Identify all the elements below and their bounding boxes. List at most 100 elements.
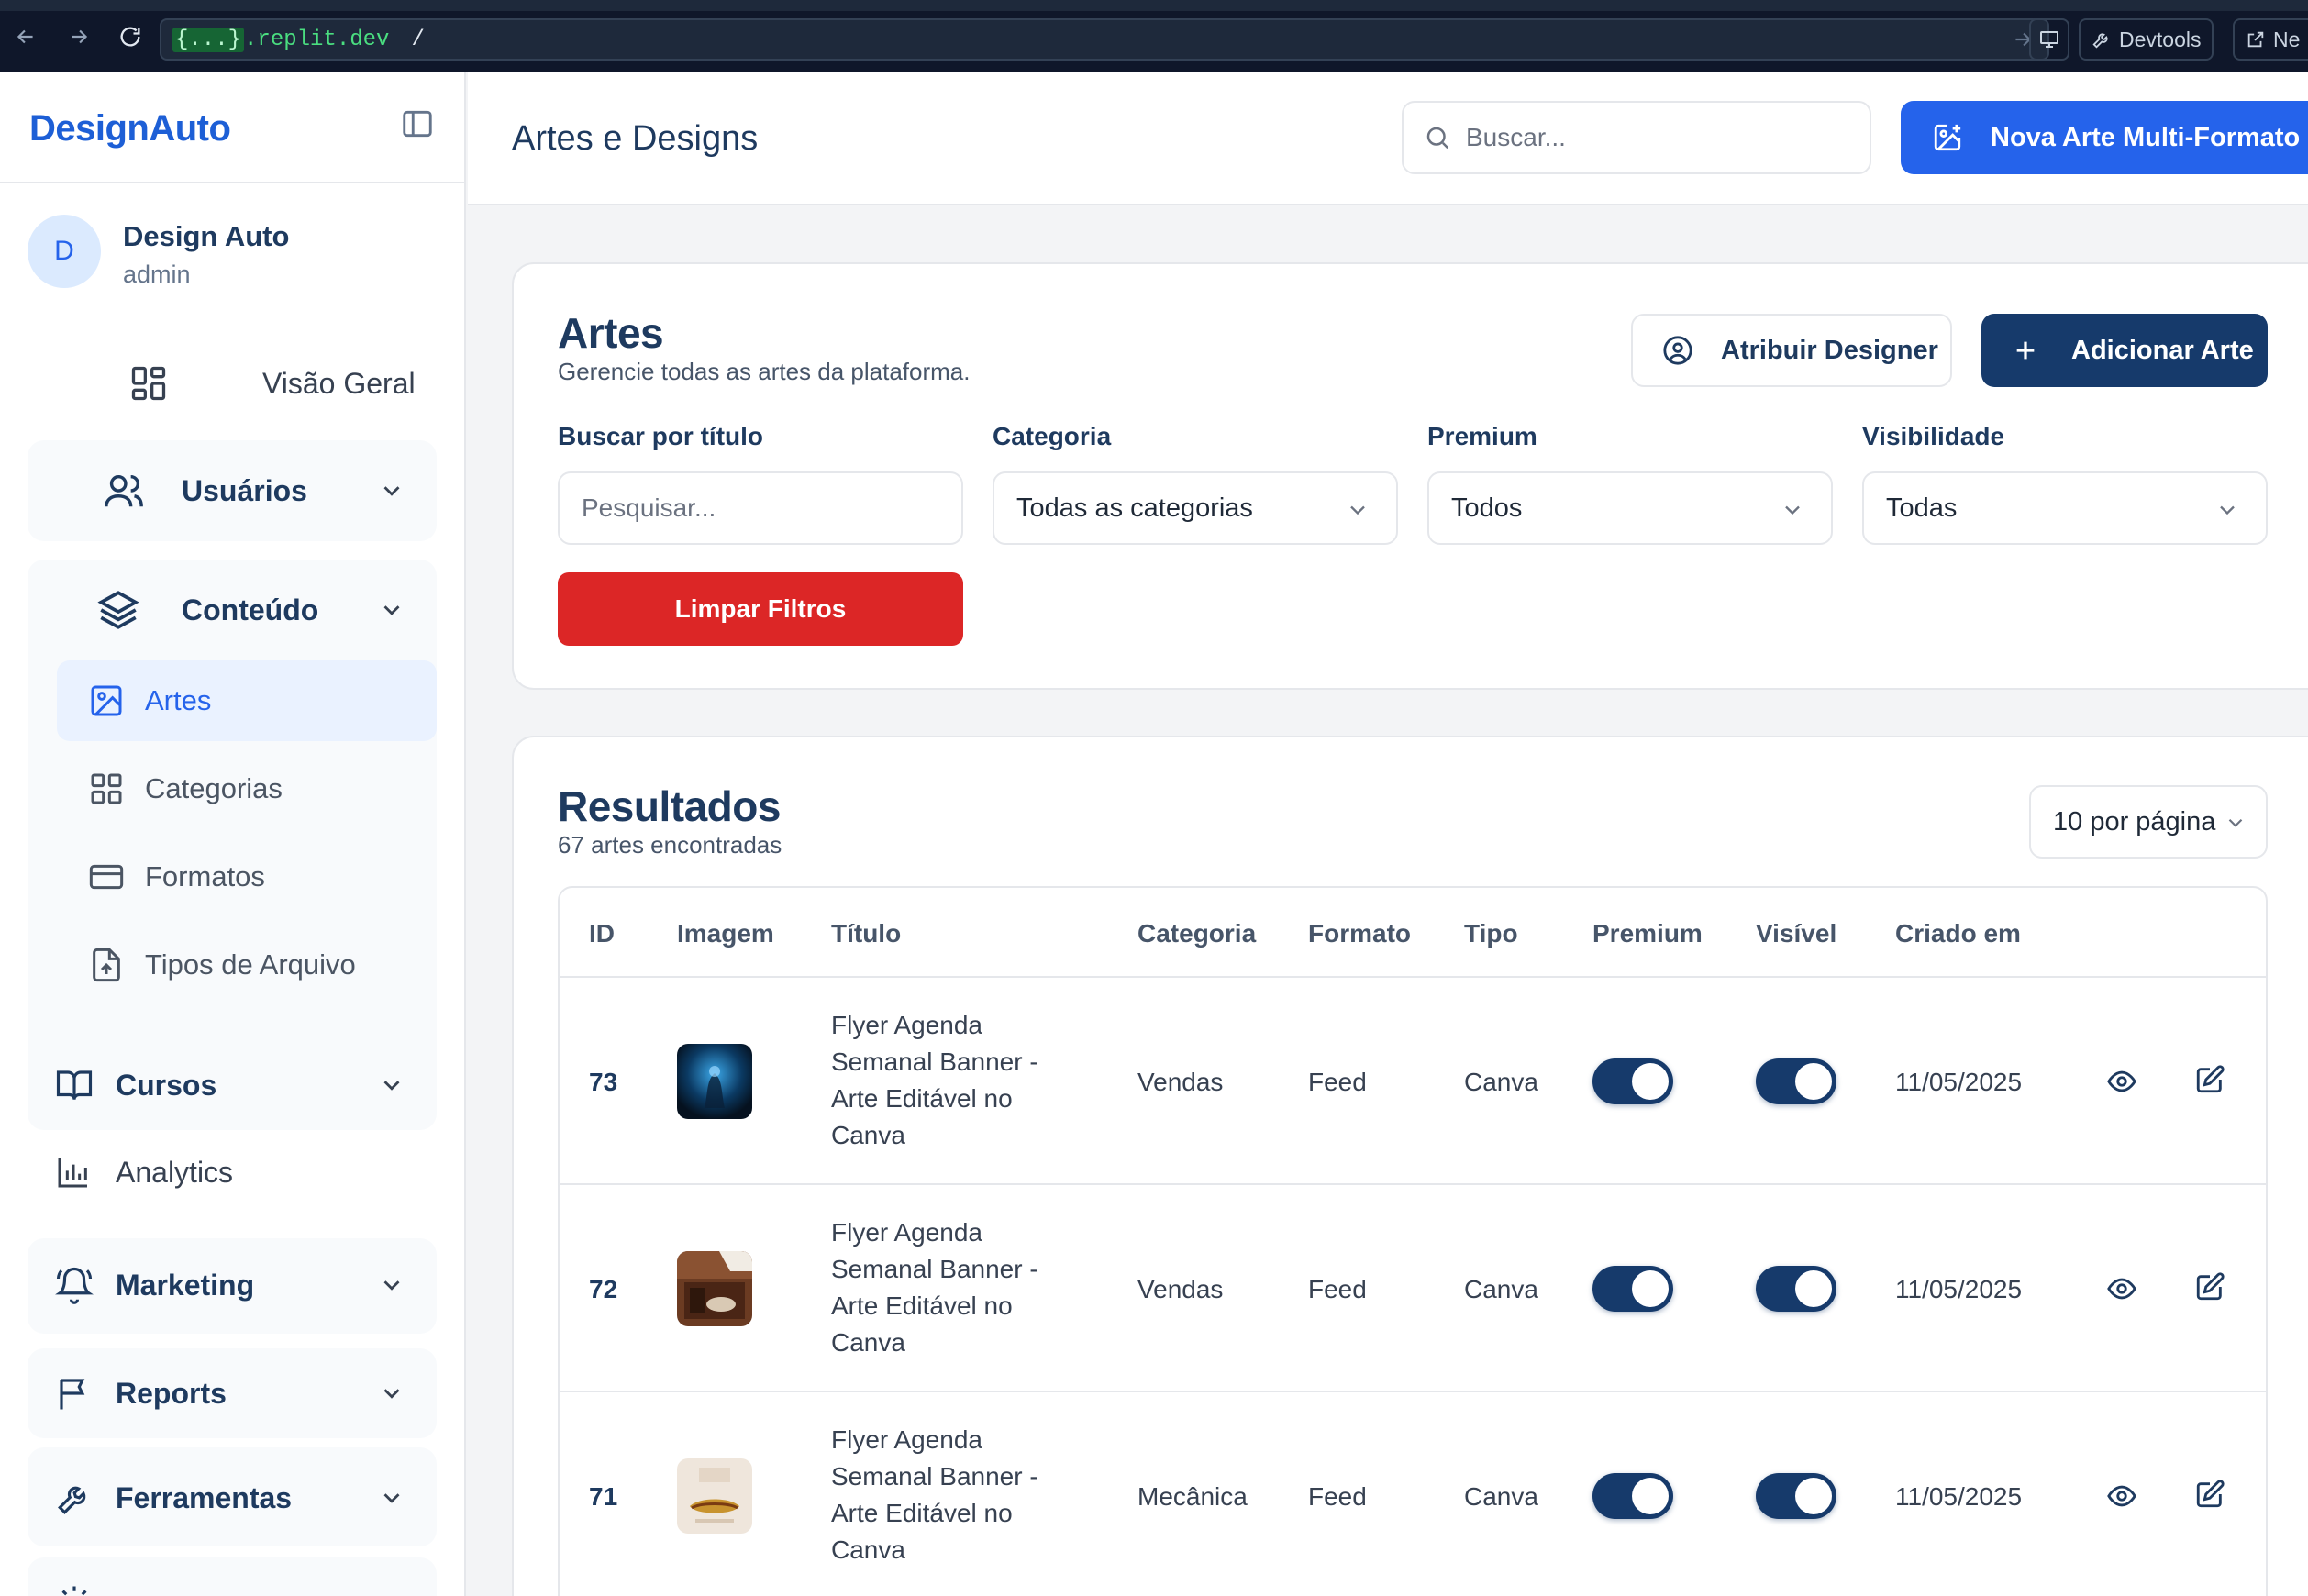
- art-thumbnail[interactable]: [677, 1044, 752, 1119]
- sidebar-group-header[interactable]: Usuários: [28, 468, 437, 514]
- visibility-select-value: Todas: [1886, 493, 1958, 523]
- column-header[interactable]: Premium: [1592, 919, 1703, 948]
- row-type: Canva: [1464, 1068, 1538, 1096]
- sidebar-item-formatos[interactable]: Formatos: [57, 837, 437, 917]
- sidebar-group-header[interactable]: Conteúdo: [28, 587, 437, 633]
- chevron-down-icon[interactable]: [378, 1484, 405, 1512]
- art-thumbnail[interactable]: [677, 1251, 752, 1326]
- sidebar-group-label: Ferramentas: [116, 1480, 293, 1514]
- eye-icon[interactable]: [2106, 1066, 2137, 1097]
- user-circle-icon: [1662, 335, 1693, 366]
- column-header[interactable]: Tipo: [1464, 919, 1518, 948]
- sidebar-group-header[interactable]: Reports: [28, 1370, 437, 1416]
- premium-toggle[interactable]: [1592, 1058, 1673, 1104]
- chevron-down-icon[interactable]: [378, 1380, 405, 1407]
- devtools-label: Devtools: [2119, 27, 2202, 51]
- sidebar-group-ferramentas[interactable]: Ferramentas: [28, 1447, 437, 1546]
- brand-logo[interactable]: DesignAuto: [29, 108, 231, 150]
- user-name: Design Auto: [123, 220, 290, 252]
- sidebar-item-overview[interactable]: Visão Geral: [128, 358, 416, 409]
- title-search-field[interactable]: [558, 471, 963, 545]
- sidebar-group-cursos[interactable]: Cursos: [28, 1042, 437, 1130]
- visibility-select[interactable]: Todas: [1862, 471, 2268, 545]
- sidebar-group-settings[interactable]: [28, 1557, 437, 1596]
- global-search[interactable]: [1402, 101, 1871, 174]
- reload-icon[interactable]: [114, 20, 147, 53]
- search-icon: [1424, 124, 1451, 151]
- clear-filters-button[interactable]: Limpar Filtros: [558, 572, 963, 646]
- assign-designer-button[interactable]: Atribuir Designer: [1631, 314, 1952, 387]
- layers-icon: [95, 587, 141, 633]
- per-page-select[interactable]: 10 por página: [2029, 785, 2268, 859]
- sidebar-item-categorias[interactable]: Categorias: [57, 748, 437, 829]
- edit-icon[interactable]: [2194, 1064, 2225, 1095]
- eye-icon[interactable]: [2106, 1273, 2137, 1304]
- column-header[interactable]: Categoria: [1137, 919, 1256, 948]
- bar-chart-icon: [55, 1154, 92, 1191]
- visible-toggle[interactable]: [1756, 1058, 1836, 1104]
- wrench-icon: [2092, 33, 2108, 49]
- sidebar-item-artes[interactable]: Artes: [57, 660, 437, 741]
- sidebar-group-label: Cursos: [116, 1068, 217, 1102]
- external-link-icon: [2247, 31, 2264, 48]
- add-art-button[interactable]: Adicionar Arte: [1981, 314, 2268, 387]
- sidebar-group-label: Marketing: [116, 1268, 255, 1302]
- bell-ring-icon: [55, 1266, 94, 1304]
- chevron-down-icon[interactable]: [378, 1071, 405, 1099]
- art-thumbnail[interactable]: [677, 1458, 752, 1534]
- table-row[interactable]: 72 Flyer Agenda Semanal Banner - Arte Ed…: [560, 1185, 2266, 1392]
- chevron-down-icon[interactable]: [378, 477, 405, 504]
- edit-icon[interactable]: [2194, 1479, 2225, 1510]
- book-icon: [55, 1066, 94, 1104]
- card-subtitle: Gerencie todas as artes da plataforma.: [558, 358, 971, 385]
- premium-toggle[interactable]: [1592, 1266, 1673, 1312]
- sidebar-group-usuarios[interactable]: Usuários: [28, 440, 437, 541]
- edit-icon[interactable]: [2194, 1271, 2225, 1302]
- visible-toggle[interactable]: [1756, 1473, 1836, 1519]
- sidebar-group-header[interactable]: Cursos: [28, 1062, 437, 1108]
- chevron-down-icon[interactable]: [378, 596, 405, 624]
- search-input[interactable]: [1466, 123, 1851, 152]
- topbar: Artes e Designs Nova Arte Multi-Formato: [468, 72, 2308, 205]
- sidebar-item-analytics[interactable]: Analytics: [55, 1147, 233, 1198]
- column-header[interactable]: Título: [831, 919, 901, 948]
- user-role: admin: [123, 260, 191, 288]
- users-icon: [103, 470, 145, 512]
- page-title: Artes e Designs: [512, 119, 759, 158]
- sidebar-item-tipos-de-arquivo[interactable]: Tipos de Arquivo: [57, 925, 437, 1005]
- forward-icon[interactable]: [62, 20, 95, 53]
- new-multi-format-art-button[interactable]: Nova Arte Multi-Formato: [1901, 101, 2308, 174]
- column-header[interactable]: Visível: [1756, 919, 1836, 948]
- table-row[interactable]: 73 Flyer Agenda Semanal Banner - Arte Ed…: [560, 978, 2266, 1185]
- sidebar-group-conteudo: Conteúdo: [28, 560, 437, 1099]
- row-format: Feed: [1308, 1275, 1367, 1303]
- title-search-input[interactable]: [582, 493, 930, 523]
- open-new-tab-button[interactable]: Ne: [2233, 18, 2308, 61]
- premium-select[interactable]: Todos: [1427, 471, 1833, 545]
- devtools-button[interactable]: Devtools: [2079, 18, 2214, 61]
- address-bar[interactable]: {...} .replit.dev /: [160, 18, 2049, 61]
- sidebar-group-header[interactable]: Ferramentas: [28, 1475, 437, 1521]
- row-format: Feed: [1308, 1068, 1367, 1096]
- column-header[interactable]: Imagem: [677, 919, 774, 948]
- sidebar-toggle-icon[interactable]: [400, 106, 435, 141]
- device-preview-icon[interactable]: [2029, 18, 2069, 61]
- column-header[interactable]: Formato: [1308, 919, 1411, 948]
- sidebar-group-marketing[interactable]: Marketing: [28, 1238, 437, 1334]
- table-row[interactable]: 71 Flyer Agenda Semanal Banner - Arte Ed…: [560, 1392, 2266, 1596]
- premium-toggle[interactable]: [1592, 1473, 1673, 1519]
- row-format: Feed: [1308, 1482, 1367, 1511]
- row-title: Flyer Agenda Semanal Banner - Arte Editá…: [831, 1425, 1038, 1564]
- back-icon[interactable]: [9, 20, 42, 53]
- card-title: Artes: [558, 309, 664, 357]
- visible-toggle[interactable]: [1756, 1266, 1836, 1312]
- column-header[interactable]: ID: [589, 919, 615, 948]
- sidebar-group-reports[interactable]: Reports: [28, 1348, 437, 1438]
- sidebar-group-header[interactable]: Marketing: [28, 1262, 437, 1308]
- url-host: {...} .replit.dev: [172, 27, 389, 52]
- grid-icon: [88, 770, 125, 807]
- chevron-down-icon[interactable]: [378, 1271, 405, 1299]
- eye-icon[interactable]: [2106, 1480, 2137, 1512]
- column-header[interactable]: Criado em: [1895, 919, 2021, 948]
- category-select[interactable]: Todas as categorias: [993, 471, 1398, 545]
